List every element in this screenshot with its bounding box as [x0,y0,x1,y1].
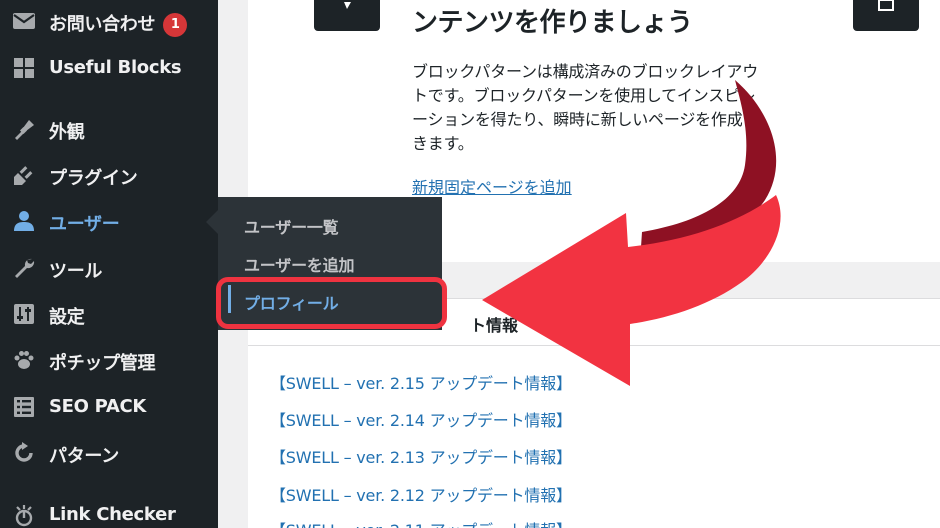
news-item-link[interactable]: 【SWELL – ver. 2.14 アップデート情報】 [270,407,572,431]
sidebar-item-contact[interactable]: お問い合わせ 1 [0,0,218,40]
sidebar-item-label: 設定 [49,307,85,328]
user-icon [14,211,34,231]
news-item-link[interactable]: 【SWELL – ver. 2.13 アップデート情報】 [270,444,572,468]
list-icon [14,397,34,417]
paintbrush-icon [15,120,34,140]
news-panel-title: ト情報 [470,316,519,335]
sidebar-item-patterns[interactable]: パターン [0,432,218,472]
sidebar-item-settings[interactable]: 設定 [0,293,218,333]
layout-icon [878,0,894,11]
sidebar-item-useful-blocks[interactable]: Useful Blocks [0,47,218,87]
plugin-icon [14,166,33,185]
description-line: ーションを得たり、瞬時に新しいページを作成で [412,110,759,129]
sidebar-item-label: SEO PACK [49,396,147,417]
pattern-tile-left [314,0,380,31]
sidebar-item-label: Useful Blocks [49,57,182,78]
card-heading: ンテンツを作りましょう [412,8,693,38]
sidebar-item-label: お問い合わせ [49,14,156,35]
admin-sidebar: お問い合わせ 1 Useful Blocks 外観 プラグイン ユーザー ツール… [0,0,218,528]
grid-icon [14,58,34,78]
submenu-item-add-user[interactable]: ユーザーを追加 [244,252,354,276]
news-item-link[interactable]: 【SWELL – ver. 2.15 アップデート情報】 [270,370,572,394]
settings-icon [14,304,34,324]
sidebar-item-label: ポチップ管理 [49,353,156,374]
sidebar-item-users[interactable]: ユーザー [0,200,218,240]
sidebar-item-label: プラグイン [49,168,138,189]
news-item-link[interactable]: 【SWELL – ver. 2.12 アップデート情報】 [270,482,572,506]
sidebar-item-appearance[interactable]: 外観 [0,108,218,148]
sidebar-item-seo-pack[interactable]: SEO PACK [0,386,218,426]
wrench-icon [15,258,35,278]
sidebar-item-label: ツール [49,261,103,282]
description-line: きます。 [412,134,474,153]
sidebar-item-label: パターン [49,446,119,467]
sidebar-item-link-checker[interactable]: Link Checker [0,494,218,528]
sidebar-item-plugins[interactable]: プラグイン [0,154,218,194]
mail-icon [13,13,35,29]
sidebar-item-label: 外観 [49,122,85,143]
sidebar-item-label: ユーザー [49,214,120,235]
pattern-tile-right [853,0,919,31]
sidebar-item-pochipp[interactable]: ポチップ管理 [0,339,218,379]
paw-icon [14,351,34,369]
sidebar-item-tools[interactable]: ツール [0,247,218,287]
notification-badge: 1 [163,13,188,37]
sidebar-item-label: Link Checker [49,504,176,525]
news-item-link[interactable]: 【SWELL – ver. 2.11 アップデート情報】 [270,517,572,528]
divider [248,345,940,346]
edit-icon [344,2,351,9]
description-line: トです。ブロックパターンを使用してインスピレ [412,86,756,105]
profile-highlight-box [216,277,447,329]
submenu-item-all-users[interactable]: ユーザー一覧 [244,214,339,238]
flyout-pointer [206,210,218,234]
link-checker-icon [15,505,33,527]
refresh-icon [15,442,33,462]
description-line: ブロックパターンは構成済みのブロックレイアウ [412,62,759,81]
add-new-page-link[interactable]: 新規固定ページを追加 [412,174,572,198]
card-description: ブロックパターンは構成済みのブロックレイアウ トです。ブロックパターンを使用して… [412,60,812,156]
